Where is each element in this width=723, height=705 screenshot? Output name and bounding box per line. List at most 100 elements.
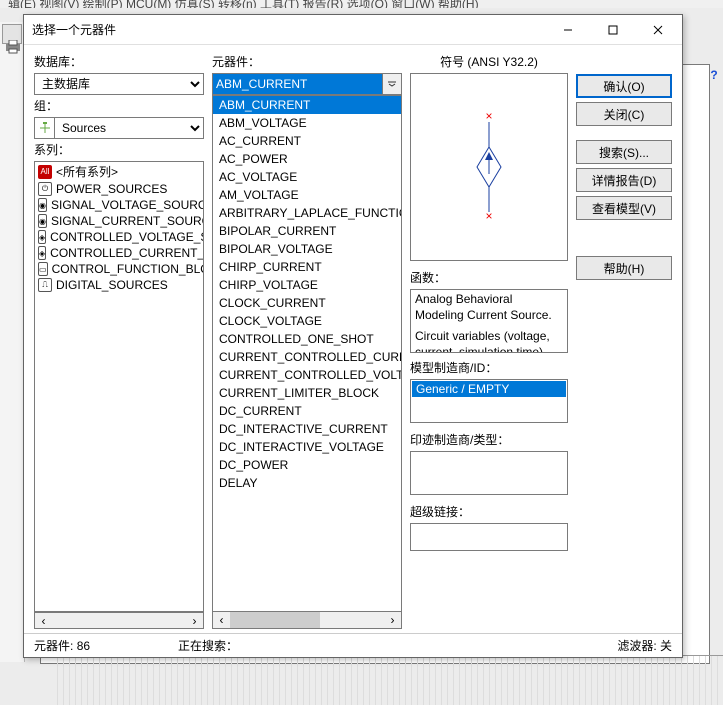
component-item[interactable]: ABM_VOLTAGE bbox=[213, 114, 401, 132]
model-item[interactable]: Generic / EMPTY bbox=[412, 381, 566, 397]
component-item[interactable]: CLOCK_CURRENT bbox=[213, 294, 401, 312]
function-text: Analog Behavioral Modeling Current Sourc… bbox=[415, 292, 563, 323]
series-item[interactable]: ⎍ DIGITAL_SOURCES bbox=[35, 277, 203, 293]
component-item[interactable]: DELAY bbox=[213, 474, 401, 492]
series-icon: ◈ bbox=[38, 246, 46, 260]
hyperlink-box[interactable] bbox=[410, 523, 568, 551]
scrollbar-thumb[interactable] bbox=[230, 612, 320, 628]
component-item[interactable]: CHIRP_VOLTAGE bbox=[213, 276, 401, 294]
component-item[interactable]: CONTROLLED_ONE_SHOT bbox=[213, 330, 401, 348]
main-menubar: 辑(E) 视图(V) 绘制(P) MCU(M) 仿真(S) 转移(n) 工具(T… bbox=[0, 0, 723, 8]
close-button[interactable] bbox=[635, 16, 680, 44]
series-item[interactable]: ◉ SIGNAL_CURRENT_SOURCES bbox=[35, 213, 203, 229]
component-label: 元器件： bbox=[212, 53, 402, 70]
series-item[interactable]: All <所有系列> bbox=[35, 162, 203, 181]
component-item[interactable]: AC_VOLTAGE bbox=[213, 168, 401, 186]
status-filter: 滤波器: 关 bbox=[617, 637, 672, 654]
statusbar: 元器件: 86 正在搜索： 滤波器: 关 bbox=[24, 633, 682, 657]
series-item[interactable]: ⏻ POWER_SOURCES bbox=[35, 181, 203, 197]
detail-report-button[interactable]: 详情报告(D) bbox=[576, 168, 672, 192]
select-component-dialog: 选择一个元器件 数据库： 主数据库 组： Sources 系列： All <所有系… bbox=[23, 14, 683, 658]
function-text-2: Circuit variables (voltage, current, sim… bbox=[415, 329, 563, 353]
series-icon: ◈ bbox=[38, 230, 46, 244]
model-listbox[interactable]: Generic / EMPTY bbox=[410, 379, 568, 423]
database-label: 数据库： bbox=[34, 53, 204, 70]
component-item[interactable]: BIPOLAR_CURRENT bbox=[213, 222, 401, 240]
series-item[interactable]: ◈ CONTROLLED_VOLTAGE_SOURCES bbox=[35, 229, 203, 245]
group-icon bbox=[34, 117, 54, 139]
component-listbox[interactable]: ABM_CURRENTABM_VOLTAGEAC_CURRENTAC_POWER… bbox=[212, 95, 402, 612]
titlebar: 选择一个元器件 bbox=[24, 15, 682, 45]
search-button[interactable]: 搜索(S)... bbox=[576, 140, 672, 164]
component-item[interactable]: CURRENT_CONTROLLED_VOLTAGE_SOURCE bbox=[213, 366, 401, 384]
series-item-label: <所有系列> bbox=[56, 163, 118, 180]
status-count-label: 元器件: bbox=[34, 639, 73, 653]
bottom-ruler bbox=[57, 655, 723, 705]
group-dropdown[interactable]: Sources bbox=[54, 117, 204, 139]
component-item[interactable]: DC_INTERACTIVE_CURRENT bbox=[213, 420, 401, 438]
series-item-label: DIGITAL_SOURCES bbox=[56, 278, 168, 292]
footprint-label: 印迹制造商/类型： bbox=[410, 431, 568, 448]
svg-text:×: × bbox=[485, 209, 492, 222]
component-item[interactable]: AC_CURRENT bbox=[213, 132, 401, 150]
component-item[interactable]: DC_INTERACTIVE_VOLTAGE bbox=[213, 438, 401, 456]
component-item[interactable]: AM_VOLTAGE bbox=[213, 186, 401, 204]
series-label: 系列： bbox=[34, 141, 204, 158]
hyperlink-label: 超级链接： bbox=[410, 503, 568, 520]
component-input[interactable] bbox=[212, 73, 382, 95]
series-icon: ◉ bbox=[38, 214, 47, 228]
series-icon: All bbox=[38, 165, 52, 179]
series-listbox[interactable]: All <所有系列> ⏻ POWER_SOURCES ◉ SIGNAL_VOLTAGE_S… bbox=[34, 161, 204, 612]
component-item[interactable]: AC_POWER bbox=[213, 150, 401, 168]
ok-button[interactable]: 确认(O) bbox=[576, 74, 672, 98]
component-item[interactable]: CHIRP_CURRENT bbox=[213, 258, 401, 276]
status-searching: 正在搜索： bbox=[178, 637, 238, 654]
symbol-label: 符号 (ANSI Y32.2) bbox=[410, 53, 568, 70]
series-item-label: CONTROLLED_VOLTAGE_SOURCES bbox=[50, 230, 204, 244]
series-icon: ⎍ bbox=[38, 278, 52, 292]
scroll-left-icon[interactable]: ‹ bbox=[213, 612, 230, 628]
database-dropdown[interactable]: 主数据库 bbox=[34, 73, 204, 95]
help-icon[interactable]: ? bbox=[706, 68, 722, 84]
series-icon: ◉ bbox=[38, 198, 47, 212]
left-toolbar bbox=[0, 22, 25, 662]
component-item[interactable]: BIPOLAR_VOLTAGE bbox=[213, 240, 401, 258]
function-label: 函数： bbox=[410, 269, 568, 286]
minimize-button[interactable] bbox=[545, 16, 590, 44]
group-label: 组： bbox=[34, 97, 204, 114]
dialog-title: 选择一个元器件 bbox=[32, 21, 545, 38]
model-label: 模型制造商/ID： bbox=[410, 359, 568, 376]
series-item-label: SIGNAL_CURRENT_SOURCES bbox=[51, 214, 204, 228]
series-item[interactable]: ▭CONTROL_FUNCTION_BLOCKS bbox=[35, 261, 203, 277]
footprint-listbox[interactable] bbox=[410, 451, 568, 495]
symbol-preview: × × bbox=[410, 73, 568, 261]
series-item-label: CONTROLLED_CURRENT_SOURCES bbox=[50, 246, 204, 260]
print-icon bbox=[4, 40, 22, 54]
series-item-label: SIGNAL_VOLTAGE_SOURCES bbox=[51, 198, 204, 212]
close-dialog-button[interactable]: 关闭(C) bbox=[576, 102, 672, 126]
series-hscrollbar[interactable]: ‹ › bbox=[34, 612, 204, 629]
component-item[interactable]: DC_CURRENT bbox=[213, 402, 401, 420]
series-item[interactable]: ◉ SIGNAL_VOLTAGE_SOURCES bbox=[35, 197, 203, 213]
component-item[interactable]: DC_POWER bbox=[213, 456, 401, 474]
dropdown-icon[interactable] bbox=[382, 73, 402, 95]
series-icon: ⏻ bbox=[38, 182, 52, 196]
series-icon: ▭ bbox=[38, 262, 48, 276]
function-textbox[interactable]: Analog Behavioral Modeling Current Sourc… bbox=[410, 289, 568, 353]
series-item-label: POWER_SOURCES bbox=[56, 182, 167, 196]
view-model-button[interactable]: 查看模型(V) bbox=[576, 196, 672, 220]
component-item[interactable]: ABM_CURRENT bbox=[213, 96, 401, 114]
scroll-right-icon[interactable]: › bbox=[384, 612, 401, 628]
scroll-left-icon[interactable]: ‹ bbox=[35, 613, 52, 628]
help-button[interactable]: 帮助(H) bbox=[576, 256, 672, 280]
component-item[interactable]: CLOCK_VOLTAGE bbox=[213, 312, 401, 330]
scroll-right-icon[interactable]: › bbox=[186, 613, 203, 628]
component-item[interactable]: CURRENT_LIMITER_BLOCK bbox=[213, 384, 401, 402]
maximize-button[interactable] bbox=[590, 16, 635, 44]
component-item[interactable]: ARBITRARY_LAPLACE_FUNCTION bbox=[213, 204, 401, 222]
component-hscrollbar[interactable]: ‹ › bbox=[212, 612, 402, 629]
svg-text:×: × bbox=[485, 112, 492, 123]
component-combobox[interactable] bbox=[212, 73, 402, 95]
component-item[interactable]: CURRENT_CONTROLLED_CURRENT_SOURCE bbox=[213, 348, 401, 366]
series-item[interactable]: ◈ CONTROLLED_CURRENT_SOURCES bbox=[35, 245, 203, 261]
